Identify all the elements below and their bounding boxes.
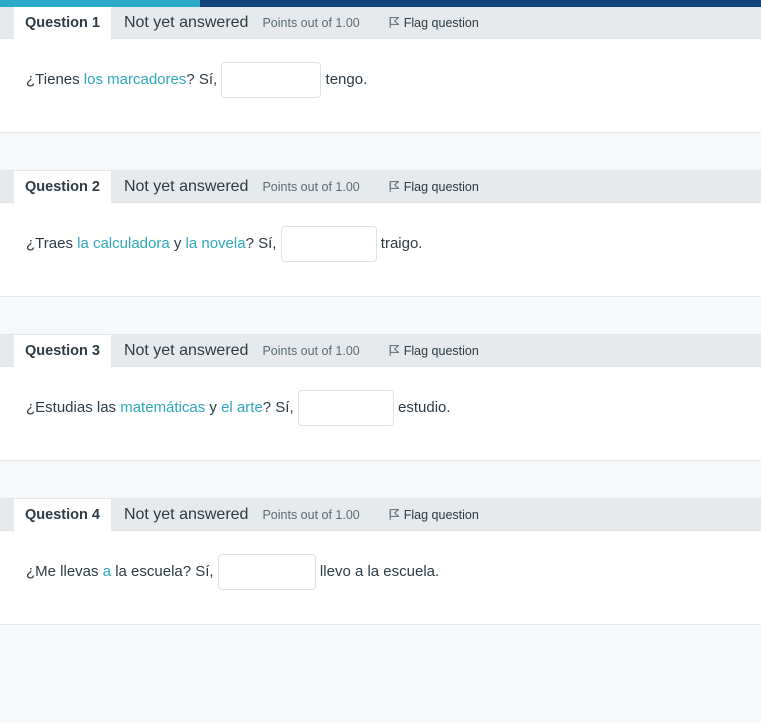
question-formulation: ¿Traes la calculadora y la novela? Sí, t… [0, 203, 761, 296]
question-grade: Points out of 1.00 [262, 15, 360, 30]
answer-input[interactable] [221, 62, 322, 98]
question-text-segment: ¿Me llevas [26, 563, 103, 580]
question-grade: Points out of 1.00 [262, 179, 360, 194]
question-text-segment: ? Sí, [245, 235, 281, 252]
highlighted-phrase: matemáticas [120, 399, 206, 416]
question-number-badge: Question 2 [14, 170, 111, 203]
question-state: Not yet answered [123, 177, 249, 195]
question-card: Question 2 Not yet answered Points out of … [0, 170, 761, 297]
question-info-header: Question 1 Not yet answered Points out of … [0, 6, 761, 39]
flag-icon [388, 508, 401, 521]
highlighted-phrase: a [102, 563, 112, 580]
question-formulation: ¿Tienes los marcadores? Sí, tengo. [0, 39, 761, 132]
question-text-segment: y [205, 399, 222, 416]
question-info-header: Question 2 Not yet answered Points out of … [0, 170, 761, 203]
question-text-segment: ¿Estudias las [26, 399, 121, 416]
quiz-question-list: Question 1 Not yet answered Points out of … [0, 6, 761, 625]
flag-icon [388, 16, 401, 29]
flag-question-button[interactable]: Flag question [388, 508, 479, 522]
highlighted-phrase: la novela [185, 235, 246, 252]
answer-input[interactable] [297, 390, 394, 426]
flag-icon [388, 344, 401, 357]
flag-question-label: Flag question [403, 507, 479, 522]
question-text-segment: llevo a la escuela. [315, 563, 440, 580]
question-text: ¿Tienes los marcadores? Sí, tengo. [26, 62, 761, 98]
question-state: Not yet answered [123, 341, 249, 359]
question-text-segment: y [169, 235, 186, 252]
question-info-header: Question 3 Not yet answered Points out of … [0, 334, 761, 367]
flag-icon [388, 180, 401, 193]
highlighted-phrase: los marcadores [83, 71, 187, 88]
quiz-progress-bar [0, 0, 200, 7]
question-state: Not yet answered [123, 13, 249, 31]
flag-question-button[interactable]: Flag question [388, 16, 479, 30]
question-text-segment: tengo. [321, 71, 368, 88]
question-text-segment: ? Sí, [186, 71, 222, 88]
question-text-segment: estudio. [393, 399, 451, 416]
question-grade: Points out of 1.00 [262, 507, 360, 522]
flag-question-button[interactable]: Flag question [388, 180, 479, 194]
question-number-badge: Question 4 [14, 498, 111, 531]
question-text: ¿Estudias las matemáticas y el arte? Sí,… [26, 390, 761, 426]
flag-question-button[interactable]: Flag question [388, 344, 479, 358]
answer-input[interactable] [280, 226, 377, 262]
question-number-badge: Question 3 [14, 334, 111, 367]
question-text-segment: traigo. [376, 235, 423, 252]
question-text-segment: ¿Tienes [26, 71, 84, 88]
top-navbar [0, 0, 761, 7]
highlighted-phrase: la calculadora [77, 235, 170, 252]
question-formulation: ¿Me llevas a la escuela? Sí, llevo a la … [0, 531, 761, 624]
question-text-segment: la escuela? Sí, [111, 563, 218, 580]
question-state: Not yet answered [123, 505, 249, 523]
question-card: Question 3 Not yet answered Points out of … [0, 334, 761, 461]
answer-input[interactable] [217, 554, 316, 590]
flag-question-label: Flag question [403, 343, 479, 358]
question-card: Question 4 Not yet answered Points out of … [0, 498, 761, 625]
question-formulation: ¿Estudias las matemáticas y el arte? Sí,… [0, 367, 761, 460]
question-info-header: Question 4 Not yet answered Points out of … [0, 498, 761, 531]
flag-question-label: Flag question [403, 15, 479, 30]
question-text: ¿Me llevas a la escuela? Sí, llevo a la … [26, 554, 761, 590]
question-text: ¿Traes la calculadora y la novela? Sí, t… [26, 226, 761, 262]
question-text-segment: ¿Traes [26, 235, 78, 252]
question-text-segment: ? Sí, [262, 399, 298, 416]
highlighted-phrase: el arte [221, 399, 263, 416]
question-number-badge: Question 1 [14, 6, 111, 39]
question-grade: Points out of 1.00 [262, 343, 360, 358]
question-card: Question 1 Not yet answered Points out of … [0, 6, 761, 133]
flag-question-label: Flag question [403, 179, 479, 194]
